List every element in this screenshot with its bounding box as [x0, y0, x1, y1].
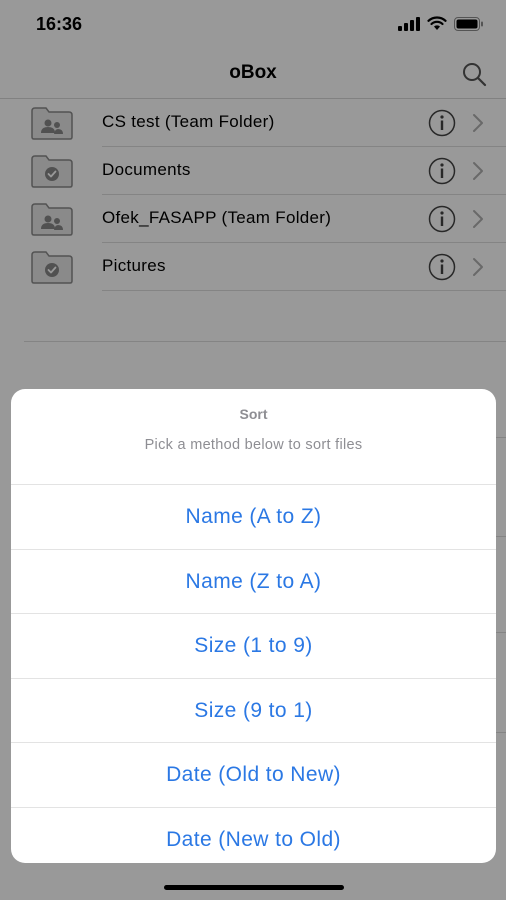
- sort-size-desc-button[interactable]: Size (9 to 1): [11, 679, 496, 743]
- sort-date-desc-button[interactable]: Date (New to Old): [11, 808, 496, 864]
- sheet-subtitle: Pick a method below to sort files: [144, 437, 363, 453]
- sort-action-sheet: Sort Pick a method below to sort files N…: [11, 389, 496, 863]
- sheet-title: Sort: [239, 406, 268, 422]
- sheet-header: Sort Pick a method below to sort files: [11, 389, 496, 485]
- sort-date-asc-button[interactable]: Date (Old to New): [11, 743, 496, 808]
- sort-name-desc-button[interactable]: Name (Z to A): [11, 550, 496, 614]
- sort-name-asc-button[interactable]: Name (A to Z): [11, 485, 496, 550]
- home-indicator[interactable]: [164, 885, 344, 890]
- sort-size-asc-button[interactable]: Size (1 to 9): [11, 614, 496, 679]
